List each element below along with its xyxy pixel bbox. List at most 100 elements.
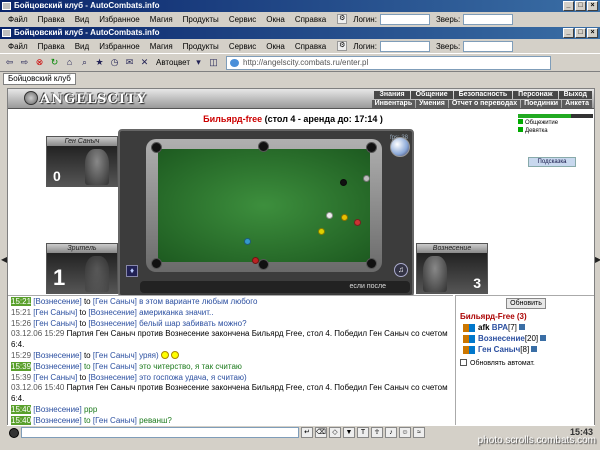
info-icon[interactable]	[531, 346, 538, 352]
beast-select[interactable]	[463, 40, 514, 52]
site-nav-item[interactable]: Анкета	[562, 100, 592, 108]
autofill-dropdown[interactable]: Автоцвет	[156, 58, 190, 67]
fighter-icon[interactable]: ☥	[371, 427, 383, 438]
address-bar[interactable]: http://angelscity.combats.ru/enter.pl	[226, 55, 552, 70]
wave-icon[interactable]: ≈	[413, 427, 425, 438]
home-icon[interactable]: ⌂	[63, 56, 76, 69]
tab-fight-club[interactable]: Бойцовский клуб	[3, 73, 76, 85]
site-nav-item[interactable]: Персонаж	[513, 91, 558, 99]
stop-icon[interactable]: ⊗	[33, 56, 46, 69]
history-icon[interactable]: ◷	[108, 56, 121, 69]
chat-sender[interactable]: [Вознесение]	[33, 297, 81, 306]
filter-icon[interactable]: ▼	[343, 427, 355, 438]
user-name[interactable]: Вознесение	[478, 334, 525, 343]
sound-icon[interactable]: ♫	[394, 263, 408, 277]
back-icon[interactable]: ⇦	[3, 56, 16, 69]
close-button[interactable]: ×	[587, 1, 598, 11]
checkbox[interactable]	[460, 359, 467, 366]
menu-item[interactable]: Продукты	[178, 42, 224, 51]
menu-item[interactable]: Продукты	[178, 15, 224, 24]
collapse-right-icon[interactable]: ▶	[595, 255, 600, 264]
beast-select[interactable]	[463, 13, 514, 25]
menu-item[interactable]: Сервис	[224, 42, 261, 51]
menu-item[interactable]: Файл	[3, 15, 33, 24]
site-nav-item[interactable]: Поединки	[521, 100, 562, 108]
menu-item[interactable]: Магия	[145, 15, 178, 24]
menu-item[interactable]: Окна	[261, 15, 290, 24]
menu-item[interactable]: Правка	[33, 42, 70, 51]
text-icon[interactable]: T	[357, 427, 369, 438]
chat-sender[interactable]: [Ген Саныч]	[33, 319, 77, 328]
login-select[interactable]	[379, 40, 430, 52]
chat-recipient[interactable]: [Вознесение]	[88, 373, 136, 382]
user-name[interactable]: Ген Саныч	[478, 345, 520, 354]
menu-item[interactable]: Вид	[70, 15, 94, 24]
chat-message[interactable]: 15:21 [Ген Саныч] to [Вознесение] америк…	[11, 308, 450, 319]
chat-recipient[interactable]: [Вознесение]	[88, 319, 136, 328]
gear-icon[interactable]: ⚙	[337, 14, 348, 24]
menu-item[interactable]: Файл	[3, 42, 33, 51]
favorites-icon[interactable]: ★	[93, 56, 106, 69]
bookmark-icon[interactable]: ◫	[207, 56, 220, 69]
refresh-icon[interactable]: ↻	[48, 56, 61, 69]
search-icon[interactable]: ⌕	[78, 56, 91, 69]
chat-sender[interactable]: [Ген Саныч]	[33, 308, 77, 317]
chat-recipient[interactable]: [Ген Саныч]	[93, 297, 137, 306]
chat-message[interactable]: 15:21 [Вознесение] to [Ген Саныч] в этом…	[11, 297, 450, 308]
chat-message[interactable]: 15:40 [Вознесение] ррр	[11, 404, 450, 416]
minimize-button[interactable]: _	[563, 1, 574, 11]
refresh-button[interactable]: Обновить	[506, 298, 546, 309]
cue-ball-power-icon[interactable]	[390, 137, 410, 157]
chat-message[interactable]: 03.12.06 15:29 Партия Ген Саныч против В…	[11, 329, 450, 351]
info-icon[interactable]	[518, 324, 525, 330]
clear-icon[interactable]: ⌫	[315, 427, 327, 438]
chat-log[interactable]: 15:21 [Вознесение] to [Ген Саныч] в этом…	[8, 295, 453, 435]
chat-recipient[interactable]: [Вознесение]	[88, 308, 136, 317]
billiard-game[interactable]: fps: 38 ♦ ♫ если после	[118, 129, 414, 297]
eraser-icon[interactable]: ◇	[329, 427, 341, 438]
chat-message[interactable]: 15:39 [Ген Саныч] to [Вознесение] это го…	[11, 373, 450, 384]
table-felt[interactable]	[151, 141, 377, 270]
info-icon[interactable]	[540, 335, 547, 341]
orb-icon[interactable]	[9, 427, 19, 438]
tools-icon[interactable]: ✕	[138, 56, 151, 69]
chat-message[interactable]: 15:26 [Ген Саныч] to [Вознесение] белый …	[11, 319, 450, 330]
chat-recipient[interactable]: [Ген Саныч]	[93, 416, 137, 425]
chat-message[interactable]: 03.12.06 15:40 Партия Ген Саныч против В…	[11, 383, 450, 405]
chat-message[interactable]: 15:29 [Вознесение] to [Ген Саныч] уряя)	[11, 350, 450, 362]
user-item[interactable]: Ген Саныч[8]	[460, 344, 592, 355]
music-icon[interactable]: ♪	[385, 427, 397, 438]
site-nav-item[interactable]: Безопасность	[453, 91, 513, 99]
site-nav-item[interactable]: Умения	[416, 100, 448, 108]
gear-icon[interactable]: ⚙	[337, 41, 348, 51]
chat-sender[interactable]: [Вознесение]	[33, 351, 81, 360]
chat-input[interactable]	[21, 427, 299, 438]
site-nav-item[interactable]: Знания	[374, 91, 410, 99]
chevron-down-icon[interactable]: ▾	[192, 56, 205, 69]
maximize-button[interactable]: □	[575, 28, 586, 38]
menu-item[interactable]: Сервис	[224, 15, 261, 24]
menu-item[interactable]: Правка	[33, 15, 70, 24]
site-nav-item[interactable]: Выход	[558, 91, 592, 99]
site-nav-item[interactable]: Инвентарь	[371, 100, 416, 108]
send-icon[interactable]: ↵	[301, 427, 313, 438]
user-name[interactable]: ВРА	[492, 323, 508, 332]
forward-icon[interactable]: ⇨	[18, 56, 31, 69]
minimize-button[interactable]: _	[563, 28, 574, 38]
mail-icon[interactable]: ✉	[123, 56, 136, 69]
login-select[interactable]	[379, 13, 430, 25]
menu-item[interactable]: Избранное	[94, 42, 145, 51]
smile-icon[interactable]: ☺	[399, 427, 411, 438]
cue-icon[interactable]: ♦	[126, 265, 138, 277]
menu-item[interactable]: Справка	[290, 15, 331, 24]
menu-item[interactable]: Вид	[70, 42, 94, 51]
menu-item[interactable]: Окна	[261, 42, 290, 51]
site-nav-item[interactable]: Общение	[410, 91, 453, 99]
chat-sender[interactable]: [Ген Саныч]	[33, 373, 77, 382]
menu-item[interactable]: Избранное	[94, 15, 145, 24]
menu-item[interactable]: Справка	[290, 42, 331, 51]
chat-recipient[interactable]: [Ген Саныч]	[93, 351, 137, 360]
menu-item[interactable]: Магия	[145, 42, 178, 51]
maximize-button[interactable]: □	[575, 1, 586, 11]
user-item[interactable]: afk ВРА[7]	[460, 322, 592, 333]
